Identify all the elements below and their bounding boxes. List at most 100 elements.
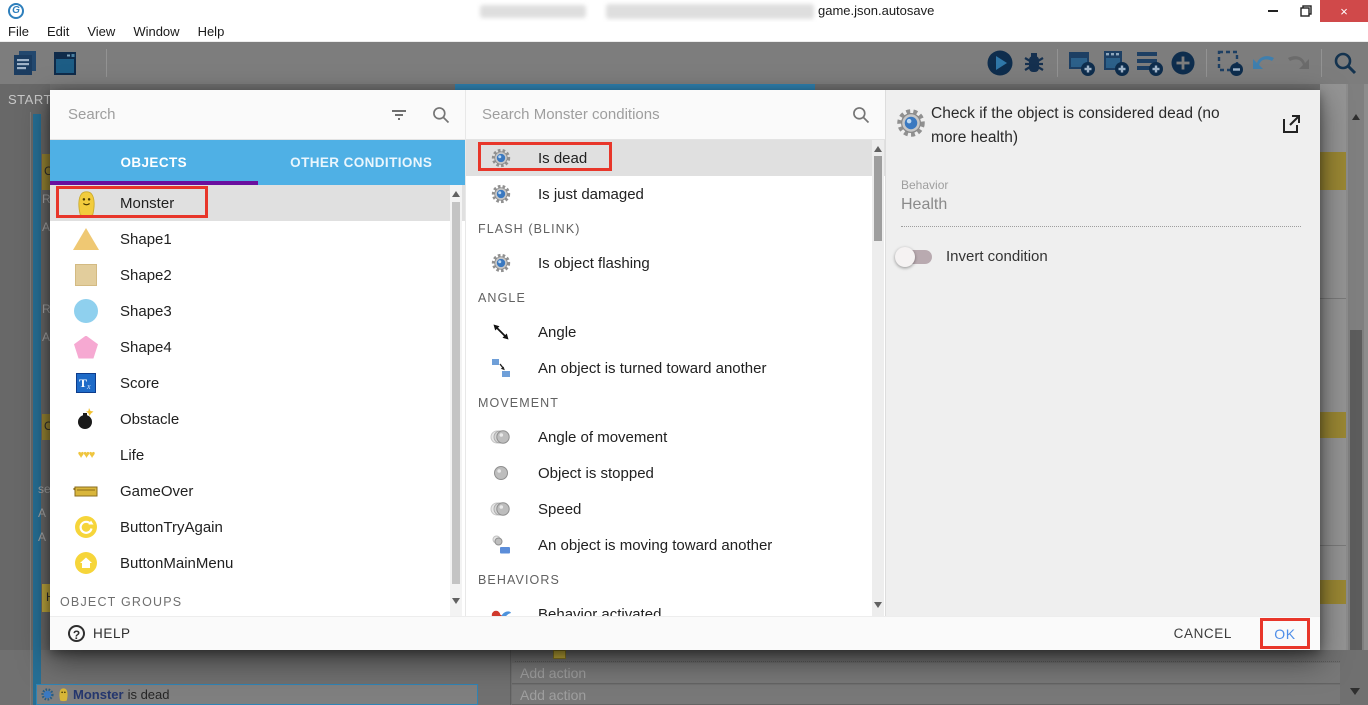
condition-behavior-activated[interactable]: Behavior activated [466,596,886,616]
scrollbar-thumb[interactable] [874,156,882,241]
close-icon: × [1340,4,1348,19]
start-tab-label[interactable]: START [8,92,50,107]
list-item-shape4[interactable]: Shape4 [50,329,465,365]
conditions-panel: Is dead Is just damaged FLASH (BLINK) [465,90,885,616]
event-object-icon [553,650,566,659]
condition-is-just-damaged[interactable]: Is just damaged [466,176,886,212]
conditions-search-input[interactable] [482,106,851,123]
scroll-down-icon[interactable] [452,598,460,604]
scroll-down-icon[interactable] [874,602,882,608]
toolbar-separator [1206,49,1207,77]
add-scene-icon [1066,48,1096,78]
list-item-life[interactable]: ♥♥♥ Life [50,437,465,473]
objects-search-bar [50,90,465,140]
events-sheet-bottom: Add action Add action Monster is dead [0,650,1368,705]
menu-help[interactable]: Help [189,24,234,39]
circle-icon [72,297,100,325]
scroll-up-icon[interactable] [452,191,460,197]
scene-editor-button[interactable] [48,46,82,80]
minimize-button[interactable] [1258,0,1288,22]
restore-button[interactable] [1292,0,1320,22]
debug-button[interactable] [1017,46,1051,80]
help-button[interactable]: ? HELP [68,625,131,642]
tab-objects[interactable]: OBJECTS [50,140,258,185]
object-label: ButtonTryAgain [120,519,223,536]
add-action-row[interactable]: Add action [512,685,1340,705]
remove-element-button[interactable] [1213,46,1247,80]
condition-gear-icon [41,688,54,701]
invert-condition-toggle[interactable] [898,250,932,264]
add-external-layout-button[interactable] [1132,46,1166,80]
ok-button[interactable]: OK [1274,626,1295,642]
condition-label: Angle of movement [538,429,667,446]
list-item-obstacle[interactable]: Obstacle [50,401,465,437]
scrollbar-thumb[interactable] [452,202,460,584]
condition-angle-of-movement[interactable]: Angle of movement [466,419,886,455]
object-label: ButtonMainMenu [120,555,233,572]
list-item-buttonmainmenu[interactable]: ButtonMainMenu [50,545,465,581]
section-angle: ANGLE [466,281,886,314]
menu-view[interactable]: View [78,24,124,39]
add-action-row[interactable]: Add action [512,663,1340,684]
menu-window[interactable]: Window [124,24,188,39]
scroll-up-icon[interactable] [1352,114,1360,120]
scroll-down-icon[interactable] [1350,688,1360,695]
conditions-list: Is dead Is just damaged FLASH (BLINK) [466,140,886,616]
conditions-actions-divider [510,650,511,705]
objects-search-input[interactable] [68,106,389,123]
menu-edit[interactable]: Edit [38,24,78,39]
undo-icon [1250,49,1278,77]
gear-icon [896,108,926,143]
list-item-shape3[interactable]: Shape3 [50,293,465,329]
list-item-monster[interactable]: Monster [50,185,465,221]
undo-button[interactable] [1247,46,1281,80]
toolbar-separator [1321,49,1322,77]
behavior-field-label: Behavior [901,178,948,192]
add-external-events-button[interactable] [1098,46,1132,80]
list-item-gameover[interactable]: GameOver [50,473,465,509]
condition-object-is-stopped[interactable]: Object is stopped [466,455,886,491]
behavior-select[interactable]: Health [901,196,947,214]
help-label: HELP [93,626,131,641]
play-button[interactable] [983,46,1017,80]
tab-other-conditions[interactable]: OTHER CONDITIONS [258,140,466,185]
title-bar: G game.json.autosave × [0,0,1368,22]
list-item-shape1[interactable]: Shape1 [50,221,465,257]
filter-icon[interactable] [389,105,409,125]
add-resource-button[interactable] [1166,46,1200,80]
condition-label: Object is stopped [538,465,654,482]
add-action-label[interactable]: Add action [520,665,586,681]
condition-is-dead[interactable]: Is dead [466,140,886,176]
condition-angle[interactable]: Angle [466,314,886,350]
plus-circle-icon [1169,49,1197,77]
selected-event-condition-row[interactable]: Monster is dead [36,684,478,705]
condition-turned-toward[interactable]: An object is turned toward another [466,350,886,386]
scrollbar-thumb[interactable] [1350,330,1362,650]
close-button[interactable]: × [1320,0,1368,22]
condition-moving-toward[interactable]: An object is moving toward another [466,527,886,563]
list-item-shape2[interactable]: Shape2 [50,257,465,293]
project-manager-button[interactable] [8,46,42,80]
cancel-button[interactable]: CANCEL [1174,626,1232,641]
objects-panel: OBJECTS OTHER CONDITIONS Monster [50,90,465,616]
toolbar-right-group [983,42,1362,84]
condition-is-object-flashing[interactable]: Is object flashing [466,245,886,281]
scroll-up-icon[interactable] [874,146,882,152]
add-scene-button[interactable] [1064,46,1098,80]
menu-file[interactable]: File [0,24,38,39]
condition-label: Is just damaged [538,186,644,203]
event-text-fragment: A [38,506,46,520]
add-action-label[interactable]: Add action [520,687,586,703]
redo-button[interactable] [1281,46,1315,80]
frame-minus-icon [1215,48,1245,78]
tutorial-highlight-box [478,142,612,171]
restore-icon [1300,5,1312,17]
list-item-score[interactable]: T x Score [50,365,465,401]
behavior-icon [490,603,512,616]
object-label: Score [120,375,159,392]
open-in-new-icon[interactable] [1279,112,1303,141]
condition-speed[interactable]: Speed [466,491,886,527]
search-events-button[interactable] [1328,46,1362,80]
list-item-buttontryagain[interactable]: ButtonTryAgain [50,509,465,545]
tutorial-highlight-box: OK [1260,618,1310,649]
